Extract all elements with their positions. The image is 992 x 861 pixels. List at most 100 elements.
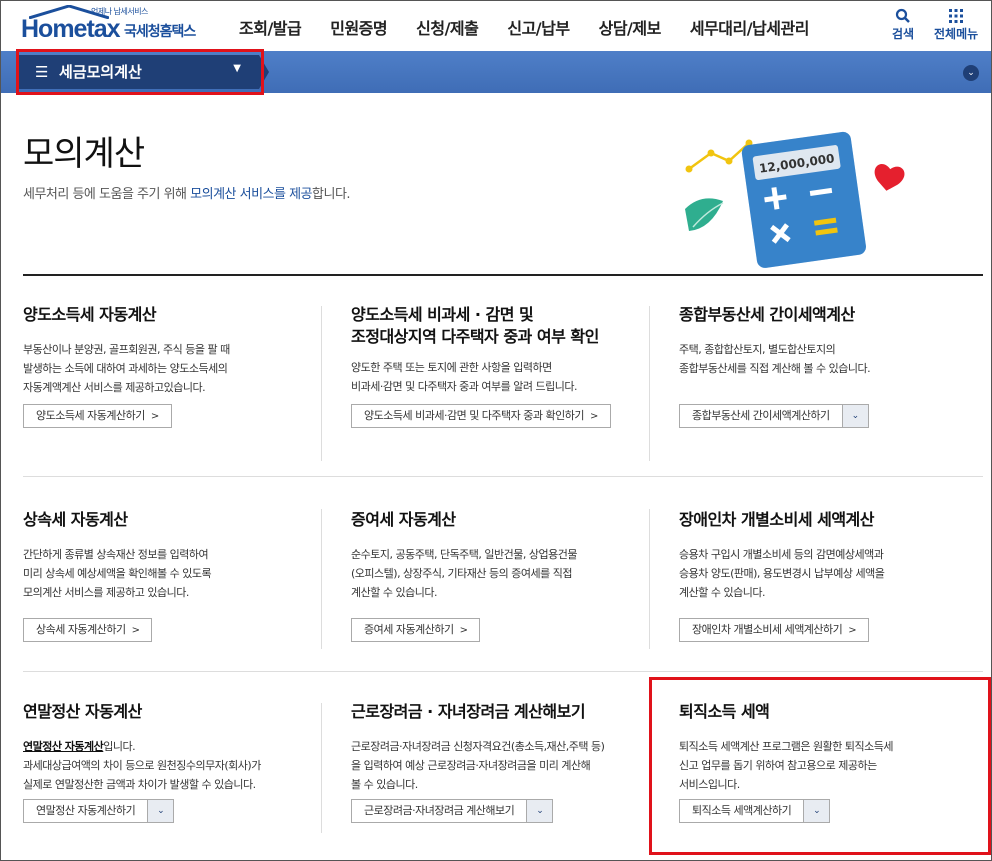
desc-line: 종합부동산세를 직접 계산해 볼 수 있습니다.: [679, 362, 871, 375]
disabled-vehicle-tax-calc-button[interactable]: 장애인차 개별소비세 세액계산하기 >: [679, 618, 870, 642]
all-menu-button[interactable]: 전체메뉴: [934, 7, 978, 42]
band-expand-toggle[interactable]: ⌄: [963, 65, 979, 81]
card-description: 순수토지, 공동주택, 단독주택, 일반건물, 상업용건물 (오피스텔), 상장…: [351, 545, 651, 602]
button-label: 증여세 자동계산하기: [364, 623, 454, 636]
card-inheritance-tax: 상속세 자동계산 간단하게 종류별 상속재산 정보를 입력하여 미리 상속세 예…: [23, 509, 323, 602]
desc-line: 과세대상급여액의 차이 등으로 원천징수의무자(회사)가: [23, 759, 261, 772]
year-end-settlement-calc-select[interactable]: 연말정산 자동계산하기 ⌄: [23, 799, 175, 823]
card-title: 증여세 자동계산: [351, 510, 456, 529]
desc-post: 합니다.: [312, 187, 351, 202]
button-label: 연말정산 자동계산하기: [36, 804, 136, 817]
chevron-down-icon[interactable]: ⌄: [526, 800, 553, 822]
desc-line: 미리 상속세 예상세액을 확인해볼 수 있도록: [23, 567, 212, 580]
grid-menu-icon: [949, 9, 964, 23]
card-description: 연말정산 자동계산입니다. 과세대상급여액의 차이 등으로 원천징수의무자(회사…: [23, 737, 323, 794]
desc-line: 계산할 수 있습니다.: [679, 586, 765, 599]
nav-item-tax-agent[interactable]: 세무대리/납세관리: [690, 15, 810, 39]
logo-korean-name: 국세청홈택스: [124, 24, 196, 40]
logo-wordmark: Hometax: [21, 15, 121, 43]
page-title: 모의계산: [23, 134, 145, 174]
card-title: 종합부동산세 간이세액계산: [679, 305, 855, 324]
chevron-right-icon: >: [459, 625, 468, 636]
desc-line: 실제로 연말정산한 금액과 차이가 발생할 수 있습니다.: [23, 778, 256, 791]
nav-item-consult[interactable]: 상담/제보: [599, 15, 662, 39]
row-divider: [23, 476, 983, 477]
card-title: 근로장려금 · 자녀장려금 계산해보기: [351, 702, 586, 721]
heart-icon: [874, 164, 905, 191]
desc-line: 부동산이나 분양권, 골프회원권, 주식 등을 팔 때: [23, 343, 230, 356]
desc-bold: 연말정산 자동계산: [23, 740, 104, 753]
search-icon: [895, 8, 910, 23]
title-line: 양도소득세 비과세 · 감면 및: [351, 305, 534, 324]
nav-item-report-pay[interactable]: 신고/납부: [507, 15, 570, 39]
card-capital-gains-exemption: 양도소득세 비과세 · 감면 및 조정대상지역 다주택자 중과 여부 확인 양도…: [351, 304, 671, 396]
nav-item-certificates[interactable]: 민원증명: [330, 15, 387, 39]
desc-line: 간단하게 종류별 상속재산 정보를 입력하여: [23, 548, 209, 561]
desc-line: (오피스텔), 상장주식, 기타재산 등의 증여세를 직접: [351, 567, 572, 580]
chevron-right-icon: >: [150, 411, 159, 422]
earned-income-credit-calc-select[interactable]: 근로장려금·자녀장려금 계산해보기 ⌄: [351, 799, 554, 823]
card-description: 주택, 종합합산토지, 별도합산토지의 종합부동산세를 직접 계산해 볼 수 있…: [679, 340, 979, 378]
desc-post: 입니다.: [103, 740, 136, 753]
chevron-down-icon[interactable]: ⌄: [841, 405, 868, 427]
desc-line: 승용차 양도(판매), 용도변경시 납부예상 세액을: [679, 567, 885, 580]
gift-tax-calc-button[interactable]: 증여세 자동계산하기 >: [351, 618, 481, 642]
chevron-right-icon: >: [131, 625, 140, 636]
desc-line: 연말정산 자동계산입니다.: [23, 737, 323, 756]
button-label: 상속세 자동계산하기: [36, 623, 126, 636]
chevron-down-icon[interactable]: ⌄: [147, 800, 174, 822]
card-description: 간단하게 종류별 상속재산 정보를 입력하여 미리 상속세 예상세액을 확인해볼…: [23, 545, 323, 602]
hero-divider: [23, 274, 983, 276]
all-menu-label: 전체메뉴: [934, 27, 979, 41]
card-description: 근로장려금·자녀장려금 신청자격요건(총소득,재산,주택 등) 을 입력하여 예…: [351, 737, 651, 794]
desc-line: 을 입력하여 예상 근로장려금·자녀장려금을 미리 계산해: [351, 759, 591, 772]
capital-gains-exemption-check-button[interactable]: 양도소득세 비과세·감면 및 다주택자 중과 확인하기 >: [351, 404, 611, 428]
card-comprehensive-real-estate: 종합부동산세 간이세액계산 주택, 종합합산토지, 별도합산토지의 종합부동산세…: [679, 304, 979, 378]
chevron-right-icon: >: [590, 411, 598, 422]
page-description: 세무처리 등에 도움을 주기 위해 모의계산 서비스를 제공합니다.: [23, 183, 351, 202]
highlight-box-menu: [16, 49, 264, 95]
chevron-right-icon: >: [848, 625, 857, 636]
card-disabled-vehicle-tax: 장애인차 개별소비세 세액계산 승용차 구입시 개별소비세 등의 감면예상세액과…: [679, 509, 979, 602]
desc-line: 계산할 수 있습니다.: [351, 586, 437, 599]
comprehensive-real-estate-calc-select[interactable]: 종합부동산세 간이세액계산하기 ⌄: [679, 404, 869, 428]
nav-item-lookup[interactable]: 조회/발급: [239, 15, 302, 39]
card-title: 장애인차 개별소비세 세액계산: [679, 510, 875, 529]
capital-gains-auto-calc-button[interactable]: 양도소득세 자동계산하기 >: [23, 404, 172, 428]
desc-line: 비과세·감면 및 다주택자 중과 여부를 알려 드립니다.: [351, 380, 578, 393]
inheritance-tax-calc-button[interactable]: 상속세 자동계산하기 >: [23, 618, 153, 642]
nav-item-apply[interactable]: 신청/제출: [416, 15, 479, 39]
title-line: 조정대상지역 다주택자 중과 여부 확인: [351, 327, 599, 346]
highlight-box-retirement: [649, 677, 991, 855]
main-nav: 조회/발급 민원증명 신청/제출 신고/납부 상담/제보 세무대리/납세관리: [239, 15, 838, 39]
card-description: 부동산이나 분양권, 골프회원권, 주식 등을 팔 때 발생하는 소득에 대하여…: [23, 340, 323, 397]
search-label: 검색: [892, 27, 915, 41]
top-header: 언제나 납세서비스 Hometax 국세청홈택스 조회/발급 민원증명 신청/제…: [1, 1, 991, 51]
hometax-logo[interactable]: 언제나 납세서비스 Hometax 국세청홈택스: [21, 5, 211, 47]
desc-line: 주택, 종합합산토지, 별도합산토지의: [679, 343, 836, 356]
card-title: 연말정산 자동계산: [23, 702, 142, 721]
desc-pre: 세무처리 등에 도움을 주기 위해: [23, 187, 191, 202]
desc-line: 근로장려금·자녀장려금 신청자격요건(총소득,재산,주택 등): [351, 740, 605, 753]
button-label: 종합부동산세 간이세액계산하기: [692, 409, 830, 422]
calculator-icon: 12,000,000: [685, 131, 905, 268]
card-title: 양도소득세 자동계산: [23, 305, 157, 324]
card-title: 상속세 자동계산: [23, 510, 128, 529]
desc-line: 양도한 주택 또는 토지에 관한 사항을 입력하면: [351, 361, 552, 374]
desc-line: 모의계산 서비스를 제공하고 있습니다.: [23, 586, 189, 599]
button-label: 근로장려금·자녀장려금 계산해보기: [364, 804, 515, 817]
button-label: 장애인차 개별소비세 세액계산하기: [692, 623, 843, 636]
button-label: 양도소득세 비과세·감면 및 다주택자 중과 확인하기: [364, 409, 585, 422]
card-gift-tax: 증여세 자동계산 순수토지, 공동주택, 단독주택, 일반건물, 상업용건물 (…: [351, 509, 651, 602]
card-title: 양도소득세 비과세 · 감면 및 조정대상지역 다주택자 중과 여부 확인: [351, 304, 671, 348]
search-button[interactable]: 검색: [892, 7, 914, 42]
button-label: 양도소득세 자동계산하기: [36, 409, 145, 422]
desc-line: 승용차 구입시 개별소비세 등의 감면예상세액과: [679, 548, 884, 561]
card-description: 승용차 구입시 개별소비세 등의 감면예상세액과 승용차 양도(판매), 용도변…: [679, 545, 979, 602]
desc-line: 순수토지, 공동주택, 단독주택, 일반건물, 상업용건물: [351, 548, 578, 561]
desc-line: 발생하는 소득에 대하여 과세하는 양도소득세의: [23, 362, 228, 375]
desc-line: 볼 수 있습니다.: [351, 778, 418, 791]
card-description: 양도한 주택 또는 토지에 관한 사항을 입력하면 비과세·감면 및 다주택자 …: [351, 358, 671, 396]
row-divider: [23, 671, 983, 672]
card-year-end-settlement: 연말정산 자동계산 연말정산 자동계산입니다. 과세대상급여액의 차이 등으로 …: [23, 701, 323, 794]
